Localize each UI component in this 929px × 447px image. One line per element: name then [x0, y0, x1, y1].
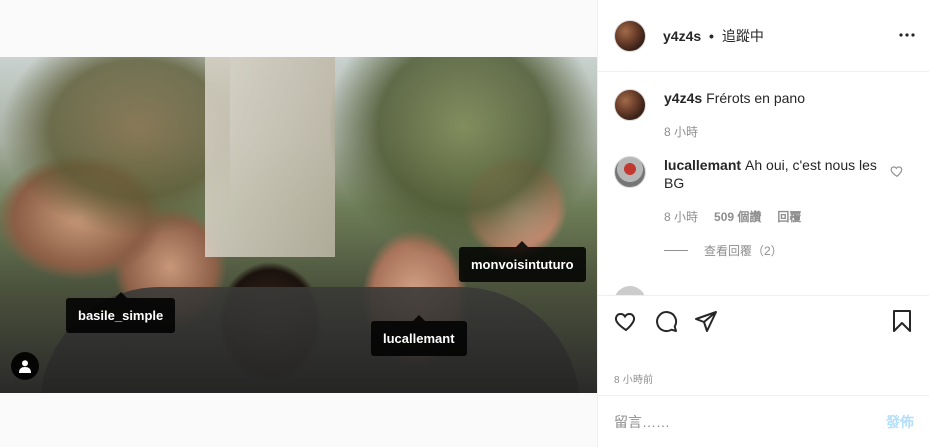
save-button[interactable]: [882, 301, 922, 341]
user-tags-button[interactable]: [11, 352, 39, 380]
share-button[interactable]: [686, 301, 726, 341]
view-replies-label: 查看回覆（2）: [704, 244, 783, 258]
caption: y4z4s Frérots en pano 8 小時: [614, 89, 914, 141]
post-side-panel: y4z4s • 追蹤中 y4z4s Frérots en pano 8 小時 l…: [597, 0, 929, 447]
reply-button[interactable]: 回覆: [777, 208, 801, 226]
avatar[interactable]: [614, 89, 646, 121]
post-header: y4z4s • 追蹤中: [598, 0, 929, 72]
comment-time[interactable]: 8 小時: [664, 208, 698, 226]
action-bar: [598, 295, 929, 345]
caption-time[interactable]: 8 小時: [664, 123, 698, 141]
more-options-button[interactable]: [899, 27, 915, 43]
avatar[interactable]: [614, 156, 646, 188]
more-horizontal-icon: [899, 33, 915, 37]
avatar[interactable]: [614, 19, 646, 52]
comment-username[interactable]: lucallemant: [664, 157, 741, 173]
comment-item: lucallemant Ah oui, c'est nous les BG 8 小…: [614, 156, 914, 226]
photo-tag-lucallemant[interactable]: lucallemant: [371, 315, 467, 356]
person-icon: [19, 360, 31, 373]
post-timestamp[interactable]: 8 小時前: [614, 371, 653, 386]
photo-tag-basile[interactable]: basile_simple: [66, 292, 176, 333]
post-header-text: y4z4s • 追蹤中: [663, 26, 764, 46]
caption-username[interactable]: y4z4s: [664, 90, 702, 106]
heart-icon: [614, 312, 636, 331]
author-username[interactable]: y4z4s: [663, 28, 701, 44]
comment-input[interactable]: [614, 413, 886, 430]
avatar[interactable]: [614, 286, 646, 295]
post-comment-button[interactable]: 發佈: [886, 412, 914, 432]
heart-icon[interactable]: [890, 164, 904, 178]
comment-icon: [656, 310, 678, 332]
comment-form: 發佈: [598, 395, 929, 447]
bookmark-icon: [893, 309, 911, 332]
post-photo[interactable]: [0, 57, 597, 393]
comments-list[interactable]: y4z4s Frérots en pano 8 小時 lucallemant Ah …: [598, 73, 929, 295]
caption-text: Frérots en pano: [706, 90, 805, 106]
photo-tree-left: [0, 57, 230, 237]
like-button[interactable]: [606, 301, 646, 341]
photo-tag-monvoisintuturo[interactable]: monvoisintuturo: [459, 241, 586, 282]
photo-tree-right: [330, 57, 597, 257]
photo-building: [205, 57, 335, 257]
follow-status[interactable]: 追蹤中: [722, 28, 764, 44]
post-media: basile_simple monvoisintuturo lucalleman…: [0, 0, 597, 447]
paper-plane-icon: [695, 310, 717, 332]
divider: [664, 250, 688, 251]
view-replies-button[interactable]: 查看回覆（2）: [664, 242, 914, 259]
comment-button[interactable]: [646, 301, 686, 341]
header-separator: •: [709, 27, 714, 44]
comment-likes[interactable]: 509 個讚: [714, 208, 761, 226]
